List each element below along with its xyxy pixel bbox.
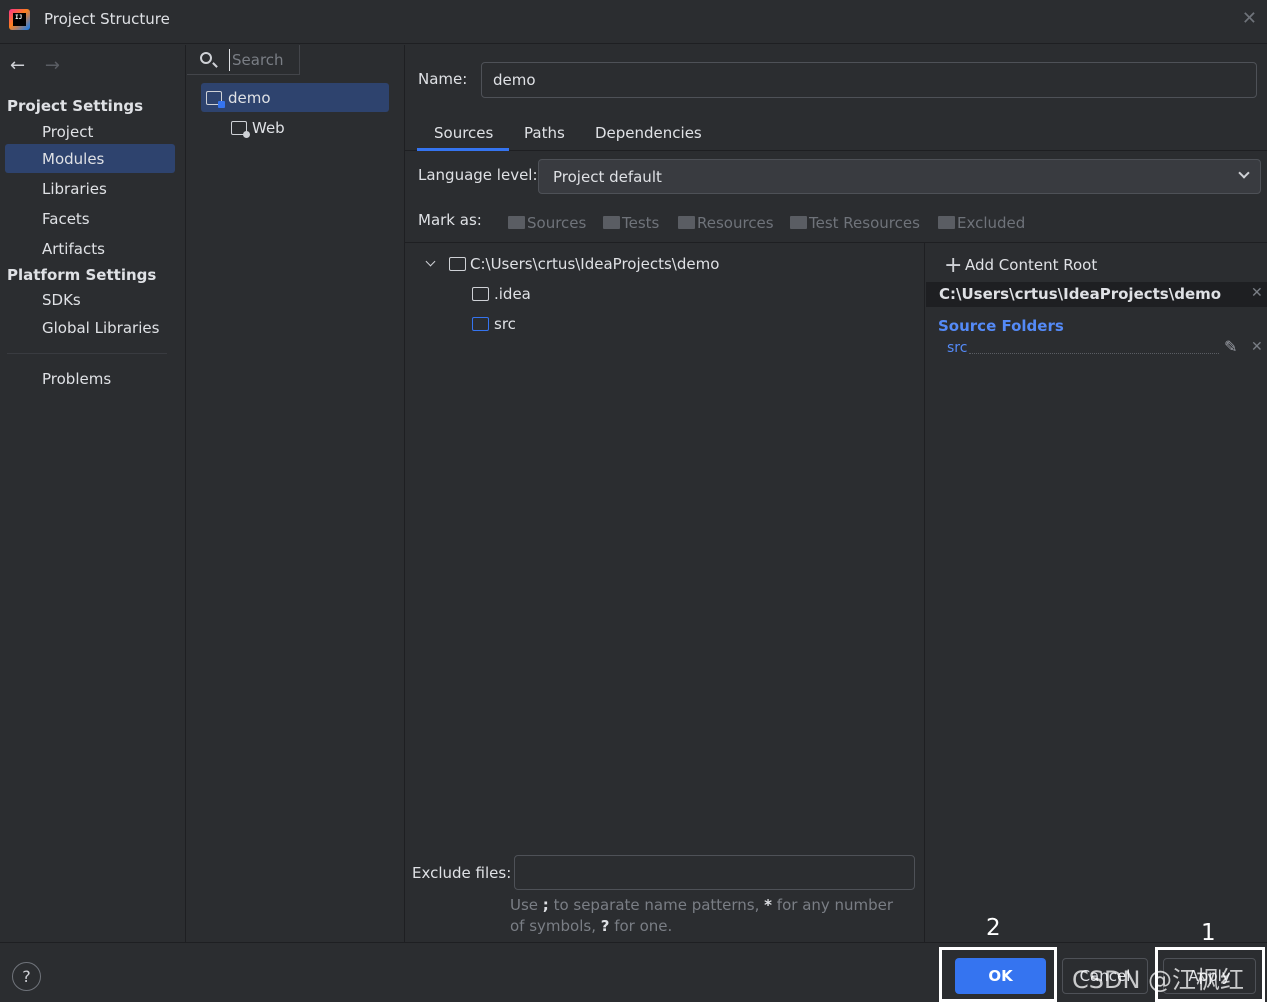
module-item-web[interactable]: Web [252, 119, 285, 137]
nav-item-artifacts[interactable]: Artifacts [42, 240, 105, 258]
tree-item-root[interactable]: C:\Users\crtus\IdeaProjects\demo [470, 255, 719, 273]
annotation-number-2: 2 [986, 915, 1001, 941]
settings-navigation: ← → Project Settings Project Modules Lib… [0, 45, 186, 942]
content-root-path: C:\Users\crtus\IdeaProjects\demo [939, 285, 1222, 303]
nav-item-sdks[interactable]: SDKs [42, 291, 81, 309]
tab-sources[interactable]: Sources [434, 124, 493, 142]
exclude-files-label: Exclude files: [412, 864, 512, 882]
folder-icon [508, 216, 525, 229]
folder-icon [603, 216, 620, 229]
module-search [187, 45, 300, 75]
mark-as-test-resources-button[interactable]: Test Resources [790, 214, 920, 232]
watermark: CSDN @江枫红时 [1072, 966, 1245, 1002]
nav-item-problems[interactable]: Problems [42, 370, 111, 388]
language-level-label: Language level: [418, 166, 538, 184]
mark-as-excluded-button[interactable]: Excluded [938, 214, 1025, 232]
folder-icon [472, 287, 489, 301]
annotation-number-1: 1 [1201, 920, 1216, 946]
plus-icon: + [944, 253, 963, 278]
source-folder-entry[interactable]: src [947, 340, 967, 356]
folder-icon [790, 216, 807, 229]
add-content-root-button[interactable]: Add Content Root [965, 256, 1097, 274]
search-icon [200, 52, 212, 64]
help-button[interactable]: ? [12, 962, 41, 991]
folder-icon [938, 216, 955, 229]
dotted-leader [969, 353, 1219, 354]
forward-arrow-icon[interactable]: → [45, 55, 60, 76]
chevron-down-icon[interactable] [425, 256, 436, 267]
nav-item-facets[interactable]: Facets [42, 210, 90, 228]
search-input[interactable] [229, 49, 297, 71]
mark-as-resources-button[interactable]: Resources [678, 214, 774, 232]
language-level-value: Project default [553, 168, 662, 186]
nav-divider [7, 353, 167, 354]
module-settings: Name: Sources Paths Dependencies Languag… [405, 45, 1267, 942]
language-level-select[interactable]: Project default [538, 159, 1261, 194]
module-item-demo[interactable]: demo [228, 89, 271, 107]
mark-as-label: Mark as: [418, 211, 482, 229]
annotation-box-ok [939, 947, 1057, 1002]
tab-paths[interactable]: Paths [524, 124, 565, 142]
content-root-tree: C:\Users\crtus\IdeaProjects\demo .idea s… [405, 242, 925, 942]
exclude-files-input[interactable] [514, 855, 915, 890]
mark-as-sources-button[interactable]: Sources [508, 214, 586, 232]
module-icon [206, 91, 225, 108]
module-tabs: Sources Paths Dependencies [405, 115, 1267, 151]
module-list-panel: demo Web [187, 45, 405, 942]
folder-icon [678, 216, 695, 229]
remove-source-folder-icon[interactable]: ✕ [1251, 339, 1263, 355]
source-folder-icon [472, 317, 489, 331]
module-name-input[interactable] [481, 62, 1257, 98]
close-icon[interactable]: ✕ [1242, 8, 1257, 29]
source-folders-label: Source Folders [938, 317, 1064, 335]
remove-content-root-icon[interactable]: ✕ [1251, 285, 1263, 301]
nav-item-libraries[interactable]: Libraries [42, 180, 107, 198]
nav-item-modules[interactable]: Modules [42, 150, 104, 168]
tree-item-src[interactable]: src [494, 315, 516, 333]
project-settings-header: Project Settings [7, 97, 144, 115]
exclude-files-hint: Use ; to separate name patterns, * for a… [510, 896, 894, 935]
back-arrow-icon[interactable]: ← [10, 55, 25, 76]
tab-dependencies[interactable]: Dependencies [595, 124, 702, 142]
content-root-header: C:\Users\crtus\IdeaProjects\demo ✕ [926, 282, 1267, 307]
content-root-panel: + Add Content Root C:\Users\crtus\IdeaPr… [925, 242, 1267, 942]
mark-as-tests-button[interactable]: Tests [603, 214, 659, 232]
nav-item-project[interactable]: Project [42, 123, 93, 141]
platform-settings-header: Platform Settings [7, 266, 157, 284]
chevron-down-icon [1238, 167, 1250, 179]
folder-icon [449, 257, 466, 271]
window-title: Project Structure [44, 10, 170, 28]
intellij-idea-icon: IJ [9, 9, 30, 30]
active-tab-indicator [417, 148, 509, 151]
edit-icon[interactable]: ✎ [1224, 337, 1237, 356]
nav-item-global-libraries[interactable]: Global Libraries [42, 319, 159, 337]
name-label: Name: [418, 70, 468, 88]
web-facet-icon [231, 121, 250, 138]
tree-item-idea[interactable]: .idea [494, 285, 531, 303]
title-bar: IJ Project Structure ✕ [0, 0, 1267, 44]
